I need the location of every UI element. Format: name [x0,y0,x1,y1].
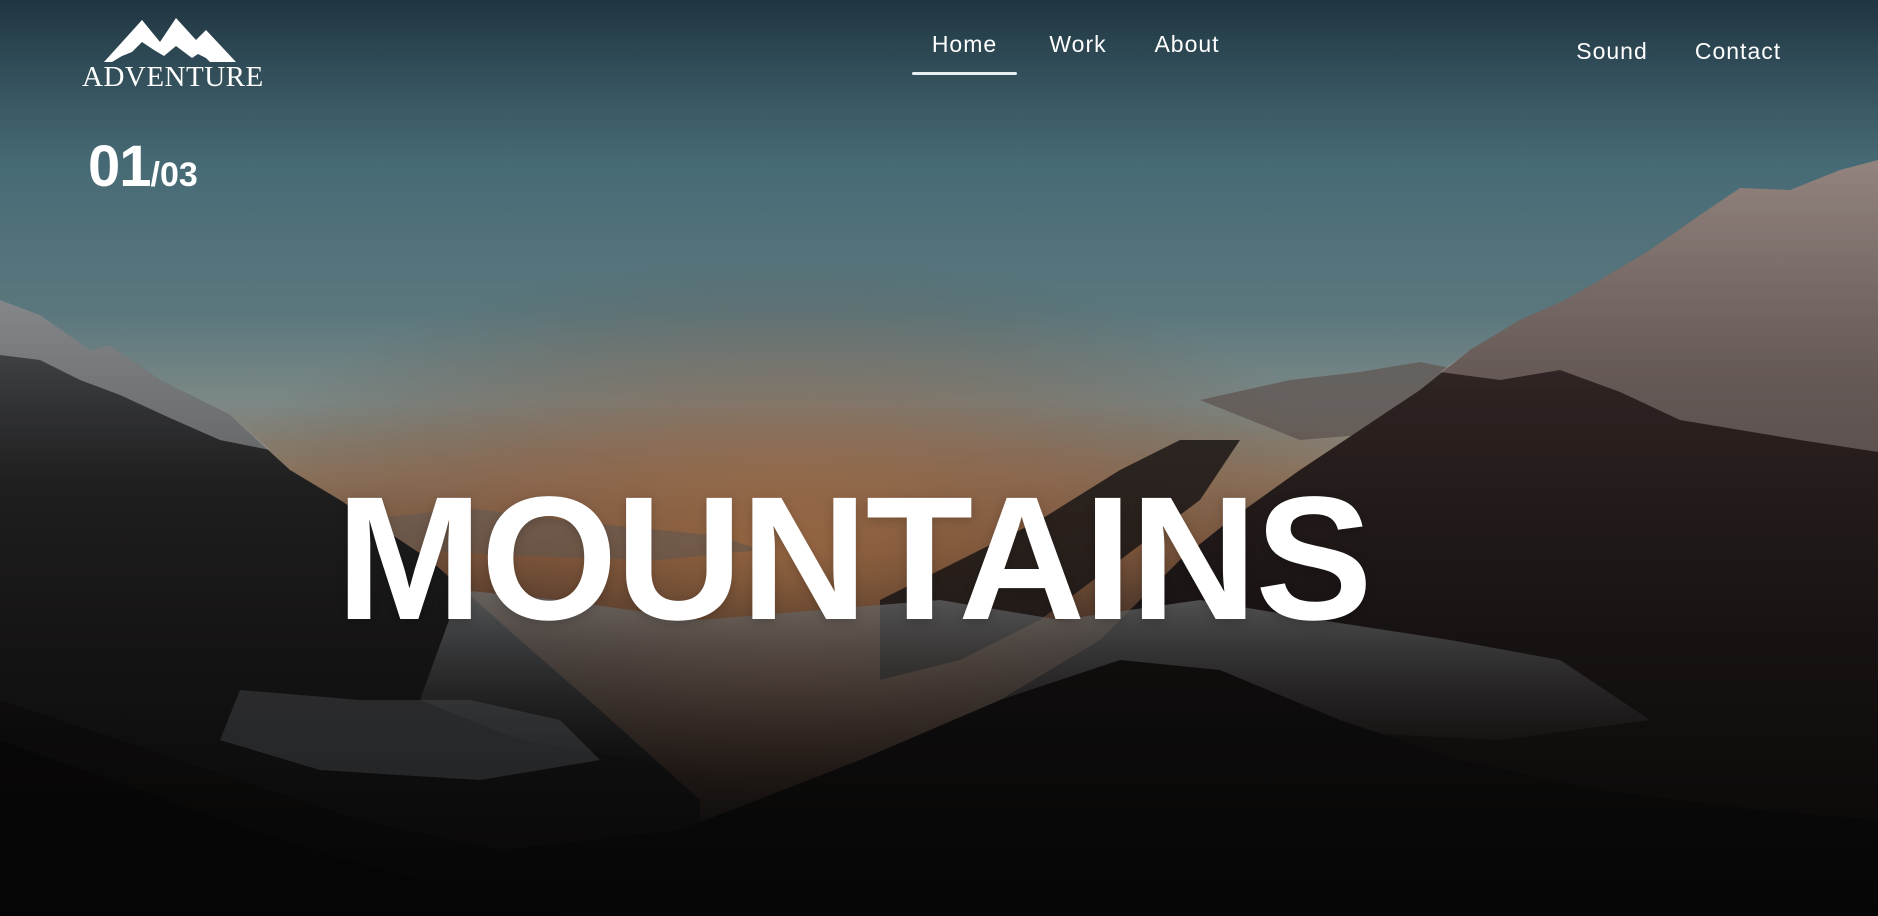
slide-counter: 01/03 [88,138,198,208]
active-nav-indicator [912,72,1017,75]
page: ADVENTURE Home Work About Sound Contact … [0,0,1878,916]
nav-link-sound[interactable]: Sound [1562,33,1662,69]
mountain-peaks-icon [104,18,236,62]
logo[interactable]: ADVENTURE [82,12,264,93]
nav-link-contact[interactable]: Contact [1682,33,1794,69]
slide-total-number: /03 [150,156,198,194]
hero-headline: MOUNTAINS [336,460,1373,657]
nav-link-work[interactable]: Work [1030,26,1126,62]
nav-link-home[interactable]: Home [912,26,1017,62]
logo-text: ADVENTURE [82,61,264,93]
hero-background-image [0,0,1878,916]
slide-current-number: 01 [88,134,152,199]
nav-link-about[interactable]: About [1130,26,1244,62]
